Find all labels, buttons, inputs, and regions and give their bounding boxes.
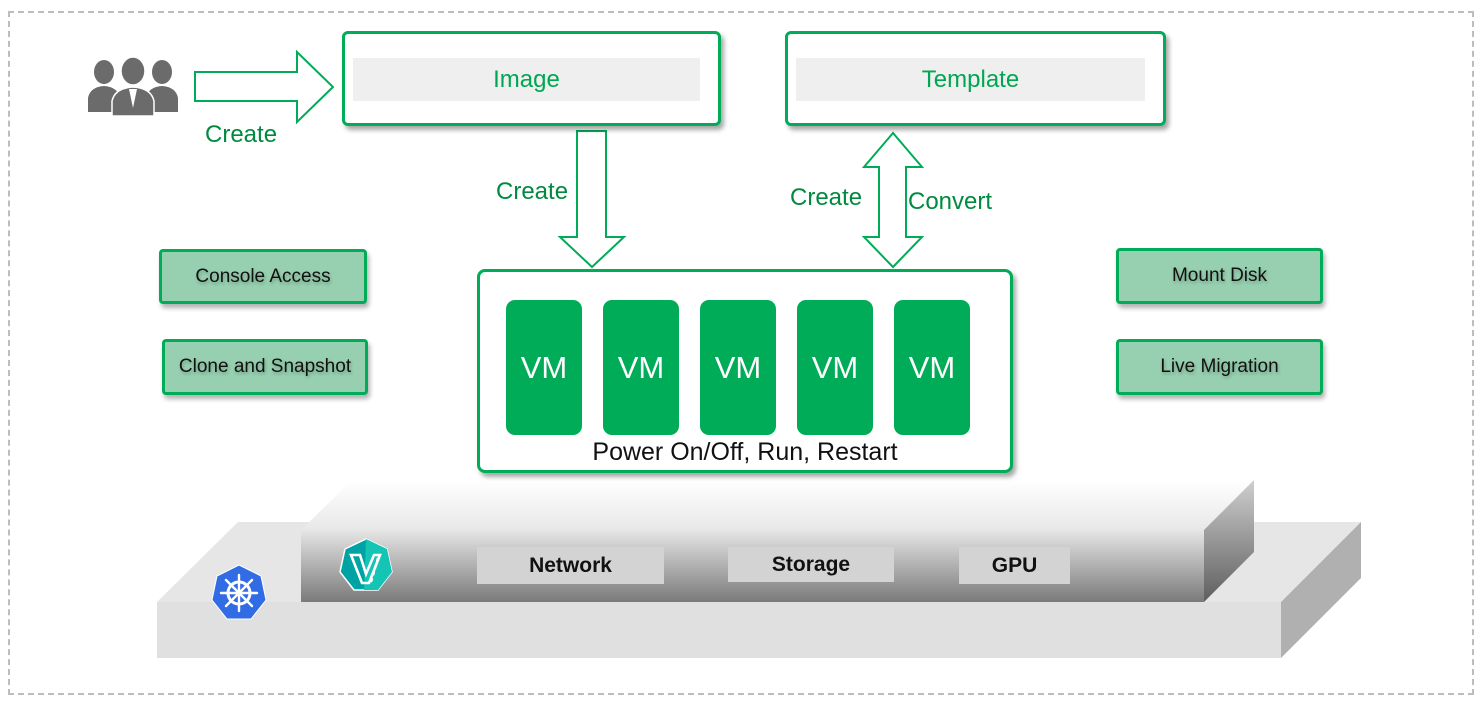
template-box[interactable]: Template [785, 31, 1166, 126]
create-arrow-down [557, 130, 627, 269]
resource-storage[interactable]: Storage [728, 547, 894, 582]
feature-label: Mount Disk [1171, 265, 1268, 286]
resource-gpu[interactable]: GPU [959, 547, 1070, 584]
template-convert-label: Convert [908, 188, 993, 215]
base-slab-front [157, 602, 1281, 658]
vm-card[interactable]: VM [797, 300, 873, 435]
create-arrow-right [194, 49, 335, 125]
feature-label: Clone and Snapshot [178, 356, 352, 377]
template-create-label: Create [790, 184, 863, 211]
vm-card[interactable]: VM [894, 300, 970, 435]
resource-network[interactable]: Network [477, 547, 664, 584]
feature-clone-and-snapshot[interactable]: Clone and Snapshot [162, 339, 368, 395]
vm-card[interactable]: VM [700, 300, 776, 435]
feature-label: Console Access [195, 265, 331, 287]
vm-group-caption: Power On/Off, Run, Restart [592, 438, 898, 466]
vm-group: VM VM VM VM VM Power On/Off, Run, Restar… [477, 269, 1013, 473]
actor-create-label: Create [205, 121, 278, 148]
image-box-label: Image [353, 58, 700, 101]
vm-card[interactable]: VM [603, 300, 679, 435]
image-box[interactable]: Image [342, 31, 721, 126]
upper-slab-top [301, 480, 1254, 530]
feature-mount-disk[interactable]: Mount Disk [1116, 248, 1323, 304]
template-box-label: Template [796, 58, 1145, 101]
kubevirt-layer [301, 480, 1254, 602]
image-to-vm-create-label: Create [496, 178, 569, 205]
users-icon [88, 56, 178, 117]
feature-label: Live Migration [1160, 356, 1279, 377]
vm-card[interactable]: VM [506, 300, 582, 435]
feature-live-migration[interactable]: Live Migration [1116, 339, 1323, 395]
feature-console-access[interactable]: Console Access [159, 249, 367, 304]
